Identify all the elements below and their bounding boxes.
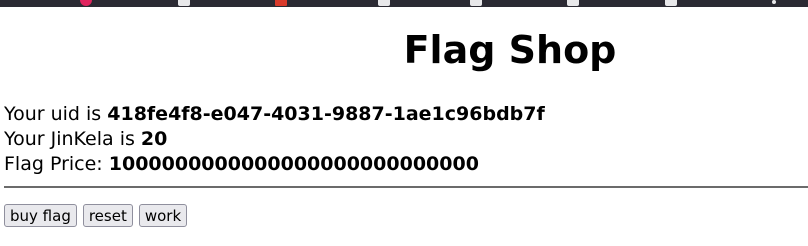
price-line: Flag Price: 1000000000000000000000000000 xyxy=(4,152,545,177)
bookmark-red-icon[interactable] xyxy=(275,0,287,6)
bookmark-icon[interactable] xyxy=(665,0,677,6)
bookmark-icon[interactable] xyxy=(470,0,482,6)
more-dot-icon[interactable] xyxy=(772,0,776,4)
uid-value: 418fe4f8-e047-4031-9887-1ae1c96bdb7f xyxy=(107,103,545,125)
divider xyxy=(4,186,808,188)
work-button[interactable]: work xyxy=(138,204,188,227)
action-buttons: buy flag reset work xyxy=(4,204,188,227)
uid-label: Your uid is xyxy=(4,103,102,125)
browser-bookmarks-bar xyxy=(0,0,808,7)
uid-line: Your uid is 418fe4f8-e047-4031-9887-1ae1… xyxy=(4,102,545,127)
bookmark-icon[interactable] xyxy=(567,0,579,6)
jinkela-label: Your JinKela is xyxy=(4,128,135,150)
page-title: Flag Shop xyxy=(403,28,617,72)
buy-flag-button[interactable]: buy flag xyxy=(4,204,77,227)
bookmark-icon[interactable] xyxy=(378,0,390,6)
reset-button[interactable]: reset xyxy=(82,204,133,227)
bookmark-icon[interactable] xyxy=(178,0,190,6)
price-label: Flag Price: xyxy=(4,153,103,175)
jinkela-value: 20 xyxy=(140,128,168,150)
jinkela-line: Your JinKela is 20 xyxy=(4,127,545,152)
price-value: 1000000000000000000000000000 xyxy=(108,153,479,175)
account-info: Your uid is 418fe4f8-e047-4031-9887-1ae1… xyxy=(4,102,545,177)
favicon-red-icon[interactable] xyxy=(80,0,92,6)
